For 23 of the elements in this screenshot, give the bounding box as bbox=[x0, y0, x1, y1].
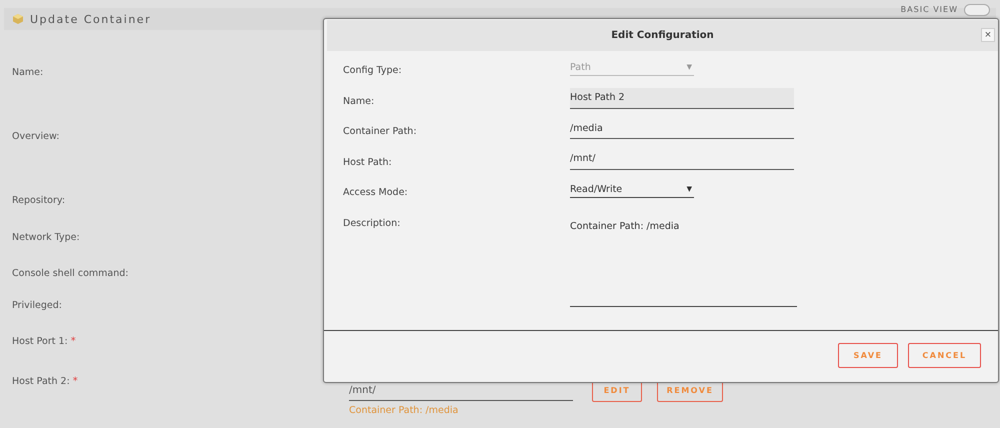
field-label: Config Type: bbox=[343, 64, 403, 78]
field-label: Description: bbox=[343, 216, 402, 230]
field-label: Network Type: bbox=[12, 231, 81, 245]
input-field[interactable]: /media bbox=[570, 118, 794, 139]
page-title: Update Container bbox=[30, 12, 152, 26]
view-switch[interactable] bbox=[964, 4, 990, 16]
close-button[interactable]: × bbox=[981, 28, 995, 42]
required-mark: * bbox=[70, 336, 76, 347]
textarea-field[interactable]: Container Path: /media bbox=[570, 214, 797, 306]
box-icon bbox=[12, 13, 24, 25]
field-description: Container Path: /media bbox=[349, 405, 460, 416]
field-label: Container Path: bbox=[343, 125, 418, 139]
field-label: Name: bbox=[343, 94, 376, 108]
field-label: Host Path 2: * bbox=[12, 375, 79, 389]
field-label: Privileged: bbox=[12, 299, 63, 313]
field-label: Host Path: bbox=[343, 156, 393, 170]
dialog-title: Edit Configuration bbox=[611, 30, 714, 41]
input-field[interactable]: Host Path 2 bbox=[570, 88, 794, 108]
required-mark: * bbox=[72, 376, 78, 387]
field-label: Console shell command: bbox=[12, 267, 130, 281]
field-label: Access Mode: bbox=[343, 186, 409, 200]
toggle-label: BASIC VIEW bbox=[900, 5, 958, 15]
input-field[interactable]: /mnt/ bbox=[570, 148, 794, 170]
